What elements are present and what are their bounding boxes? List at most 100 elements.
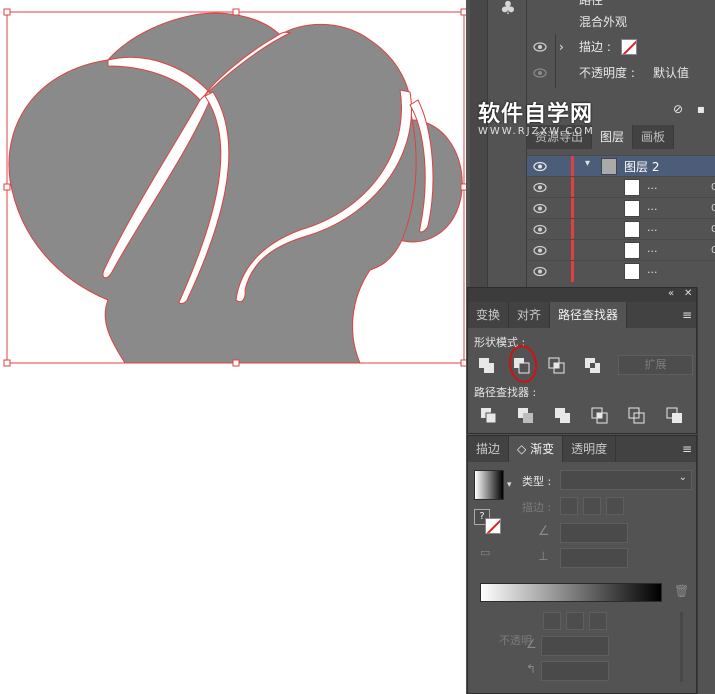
- appearance-opacity-row[interactable]: 不透明度 : 默认值: [527, 61, 715, 85]
- hair-main-shape: [8, 12, 417, 364]
- opacity-value[interactable]: 默认值: [653, 61, 689, 85]
- panel-menu-icon[interactable]: ≡: [682, 442, 692, 456]
- collapsed-panel-strip: [470, 0, 488, 290]
- eye-icon[interactable]: [533, 41, 547, 53]
- layer-count: 0: [711, 224, 715, 235]
- opacity-label: 不透明度 :: [579, 66, 635, 80]
- aspect-ratio-icon: ⊥: [538, 549, 549, 563]
- artwork-svg[interactable]: [0, 0, 470, 694]
- sublayer-name[interactable]: ...: [647, 179, 658, 192]
- blend-appearance-label: 混合外观: [579, 15, 628, 29]
- sublayer-thumbnail: [624, 263, 640, 280]
- sublayer-name[interactable]: ...: [647, 263, 658, 276]
- gradient-annotator-icon[interactable]: ▭: [480, 546, 490, 559]
- stroke-label: 描边 :: [522, 501, 552, 514]
- angle-field[interactable]: [560, 523, 628, 543]
- location-icon: ↰: [526, 662, 537, 676]
- sublayer-name[interactable]: ...: [647, 200, 658, 213]
- chevron-down-icon[interactable]: ▾: [585, 158, 590, 169]
- sublayer-row[interactable]: ...: [527, 176, 715, 198]
- exclude-icon[interactable]: [582, 355, 604, 377]
- chevron-right-icon[interactable]: ›: [559, 35, 564, 59]
- sublayer-name[interactable]: ...: [647, 221, 658, 234]
- layer-color-bar: [571, 261, 574, 282]
- minus-back-icon[interactable]: [664, 405, 686, 427]
- stroke-gradient-along-icon[interactable]: [583, 497, 601, 515]
- panel-scrollbar[interactable]: [680, 612, 683, 682]
- sublayer-row[interactable]: ...: [527, 239, 715, 261]
- symbols-icon[interactable]: ♣: [495, 0, 521, 22]
- appearance-bottom-icons: ⊘ ▪: [673, 102, 705, 116]
- sublayer-row[interactable]: ...: [527, 197, 715, 219]
- layer-count: 0: [711, 182, 715, 193]
- layer-name[interactable]: 图层 2: [624, 158, 659, 175]
- pathfinder-tab-bar: 变换 对齐 路径查找器 ≡: [468, 302, 696, 328]
- opacity-field[interactable]: [541, 636, 609, 656]
- gradient-type-select[interactable]: ⌄: [560, 470, 692, 490]
- tab-pathfinder[interactable]: 路径查找器: [550, 302, 628, 328]
- eye-icon[interactable]: [533, 203, 547, 214]
- gradient-option-icon[interactable]: [566, 612, 584, 630]
- eye-icon[interactable]: [533, 266, 547, 277]
- gradient-panel: 描边 ◇ 渐变 透明度 ≡ ▾ ? ▭ 类型 : ⌄ 描边 : ∠ ⊥ 🗑 不透…: [467, 435, 697, 694]
- stroke-gradient-across-icon[interactable]: [606, 497, 624, 515]
- chevron-down-icon[interactable]: ▾: [507, 480, 512, 490]
- type-label: 类型 :: [522, 475, 552, 488]
- sublayer-row[interactable]: ...: [527, 218, 715, 240]
- sublayer-thumbnail: [624, 242, 640, 259]
- angle-icon: ∠: [538, 524, 550, 539]
- pathfinders-label: 路径查找器 :: [474, 386, 537, 399]
- aspect-ratio-field[interactable]: [560, 548, 628, 568]
- layer-thumbnail: [601, 158, 617, 175]
- chevron-down-icon: ⌄: [678, 472, 687, 483]
- layer-color-bar: [571, 156, 574, 177]
- layer-color-bar: [571, 219, 574, 240]
- sublayer-thumbnail: [624, 179, 640, 196]
- layer-row-main[interactable]: ▾ 图层 2: [527, 155, 715, 177]
- eye-icon[interactable]: [533, 224, 547, 235]
- location-field[interactable]: [541, 661, 609, 681]
- stroke-label: 描边 :: [579, 40, 611, 54]
- delete-stop-icon[interactable]: 🗑: [674, 584, 689, 598]
- stroke-gradient-within-icon[interactable]: [560, 497, 578, 515]
- eye-icon[interactable]: [533, 245, 547, 256]
- eye-icon[interactable]: [533, 161, 547, 172]
- crop-icon[interactable]: [589, 405, 611, 427]
- stroke-swatch[interactable]: [621, 39, 637, 55]
- clear-appearance-icon[interactable]: ⊘: [673, 102, 683, 116]
- layers-panel: 资源导出 图层 画板 ▾ 图层 2 ... ... ... ... ...: [526, 125, 715, 290]
- tab-artboards[interactable]: 画板: [633, 125, 675, 149]
- pathfinder-panel: « ✕ 变换 对齐 路径查找器 ≡ 形状模式 : 扩展 路径查找器 :: [467, 287, 697, 434]
- appearance-stroke-row[interactable]: › 描边 :: [527, 35, 715, 59]
- gradient-option-icon[interactable]: [589, 612, 607, 630]
- expand-button[interactable]: 扩展: [618, 355, 693, 375]
- gradient-swatch[interactable]: [474, 470, 504, 500]
- sublayer-name[interactable]: ...: [647, 242, 658, 255]
- tab-transform[interactable]: 变换: [468, 302, 510, 328]
- layer-count: 0: [711, 203, 715, 214]
- panel-menu-icon[interactable]: ≡: [682, 308, 692, 322]
- tab-align[interactable]: 对齐: [509, 302, 551, 328]
- close-icon[interactable]: ✕: [684, 288, 692, 299]
- unite-icon[interactable]: [476, 355, 498, 377]
- sublayer-row[interactable]: ...: [527, 260, 715, 282]
- divide-icon[interactable]: [478, 405, 500, 427]
- outline-icon[interactable]: [626, 405, 648, 427]
- eye-icon[interactable]: [533, 182, 547, 193]
- merge-icon[interactable]: [552, 405, 574, 427]
- eye-icon[interactable]: [533, 67, 547, 79]
- tab-transparency[interactable]: 透明度: [563, 436, 617, 462]
- gradient-option-icon[interactable]: [543, 612, 561, 630]
- intersect-icon[interactable]: [546, 355, 568, 377]
- fx-icon[interactable]: ▪: [697, 102, 705, 116]
- panel-header[interactable]: « ✕: [468, 288, 696, 302]
- none-swatch-icon[interactable]: [485, 518, 501, 534]
- gradient-slider[interactable]: [480, 583, 662, 602]
- layer-color-bar: [571, 177, 574, 198]
- sublayer-thumbnail: [624, 200, 640, 217]
- collapse-icon[interactable]: «: [668, 288, 674, 299]
- artboard-canvas[interactable]: [0, 0, 470, 694]
- trim-icon[interactable]: [515, 405, 537, 427]
- tab-gradient[interactable]: ◇ 渐变: [509, 436, 564, 462]
- tab-stroke[interactable]: 描边: [468, 436, 510, 462]
